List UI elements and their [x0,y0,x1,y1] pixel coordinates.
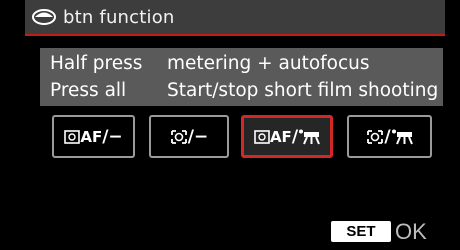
info-label: Half press [50,53,143,74]
info-value: Start/stop short film shooting [167,80,439,101]
ok-label: OK [395,218,427,244]
set-ok-button[interactable]: SET OK [331,217,434,246]
set-label: SET [331,221,391,242]
info-row-half-press: Half press metering + autofocus [50,50,443,77]
movie-icon [299,129,320,144]
metering-icon [170,129,187,144]
option-glyph: /− [170,127,208,147]
option-metering-movie[interactable]: / [347,115,432,158]
function-info-panel: Half press metering + autofocus Press al… [40,48,443,106]
option-metering-af-none[interactable]: AF/− [52,115,135,158]
movie-icon [391,129,413,144]
info-row-press-all: Press all Start/stop short film shooting [50,77,443,104]
option-glyph: / [366,127,413,147]
info-value: metering + autofocus [167,53,370,74]
camera-menu-screen: btn function Half press metering + autof… [0,0,460,250]
info-label: Press all [50,80,127,101]
metering-icon [367,129,384,144]
function-options: AF/− /− AF/ / [52,115,440,158]
metering-af-icon [64,129,81,144]
menu-header: btn function [25,0,445,34]
metering-icon [32,9,56,25]
header-divider [25,34,445,36]
option-glyph: AF/ [254,127,320,147]
option-glyph: AF/− [64,127,123,147]
option-metering-none[interactable]: /− [149,115,229,158]
option-metering-af-movie[interactable]: AF/ [241,115,333,158]
metering-af-icon [254,129,270,144]
menu-title: btn function [63,6,175,28]
